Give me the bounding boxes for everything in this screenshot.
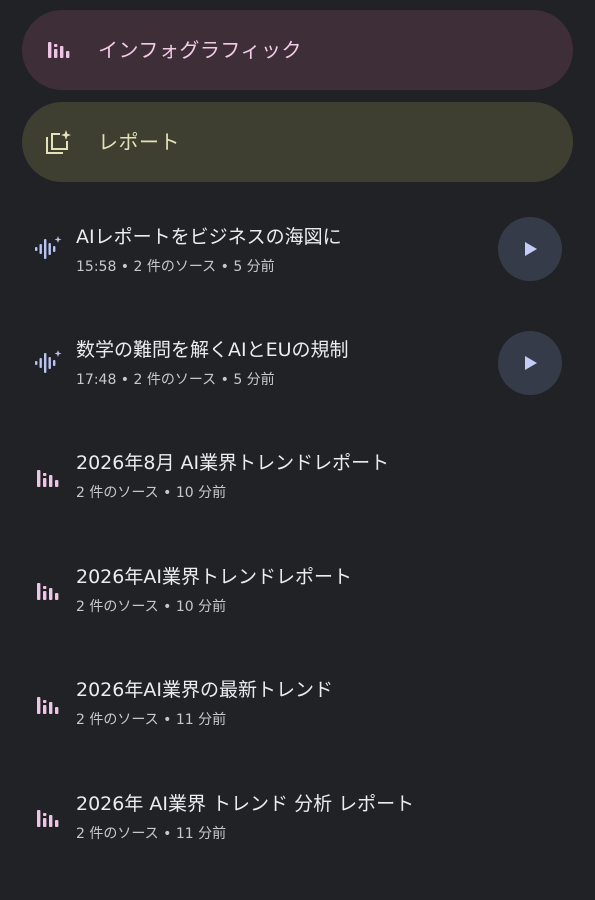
item-title: 数学の難問を解くAIとEUの規制 [76, 339, 349, 361]
item-meta: 2 件のソース • 10 分前 [76, 599, 227, 615]
report-sparkle-icon [44, 128, 72, 156]
infographic-button[interactable]: インフォグラフィック [22, 10, 573, 90]
audio-wave-icon [33, 234, 63, 264]
list-item[interactable]: 数学の難問を解くAIとEUの規制 17:48 • 2 件のソース • 5 分前 [0, 330, 595, 420]
list-item[interactable]: 2026年AI業界トレンドレポート 2 件のソース • 10 分前 [0, 557, 595, 647]
list-item[interactable]: 2026年AI業界の最新トレンド 2 件のソース • 11 分前 [0, 671, 595, 761]
bar-chart-icon [33, 691, 63, 721]
report-label: レポート [98, 130, 180, 154]
bar-chart-icon [44, 36, 72, 64]
play-button[interactable] [498, 217, 562, 281]
play-button[interactable] [498, 331, 562, 395]
list-item[interactable]: 2026年8月 AI業界トレンドレポート 2 件のソース • 10 分前 [0, 444, 595, 534]
item-title: 2026年 AI業界 トレンド 分析 レポート [76, 793, 415, 815]
bar-chart-icon [33, 464, 63, 494]
item-meta: 15:58 • 2 件のソース • 5 分前 [76, 259, 275, 275]
bar-chart-icon [33, 804, 63, 834]
item-meta: 2 件のソース • 10 分前 [76, 485, 227, 501]
play-icon [525, 242, 537, 256]
list-item[interactable]: 2026年 AI業界 トレンド 分析 レポート 2 件のソース • 11 分前 [0, 784, 595, 874]
item-meta: 17:48 • 2 件のソース • 5 分前 [76, 372, 275, 388]
list-item[interactable]: AIレポートをビジネスの海図に 15:58 • 2 件のソース • 5 分前 [0, 215, 595, 305]
report-button[interactable]: レポート [22, 102, 573, 182]
item-meta: 2 件のソース • 11 分前 [76, 712, 227, 728]
item-title: AIレポートをビジネスの海図に [76, 226, 342, 248]
audio-wave-icon [33, 348, 63, 378]
item-title: 2026年8月 AI業界トレンドレポート [76, 452, 390, 474]
play-icon [525, 356, 537, 370]
bar-chart-icon [33, 577, 63, 607]
infographic-label: インフォグラフィック [98, 38, 302, 62]
item-title: 2026年AI業界の最新トレンド [76, 679, 333, 701]
item-meta: 2 件のソース • 11 分前 [76, 826, 227, 842]
item-title: 2026年AI業界トレンドレポート [76, 566, 352, 588]
